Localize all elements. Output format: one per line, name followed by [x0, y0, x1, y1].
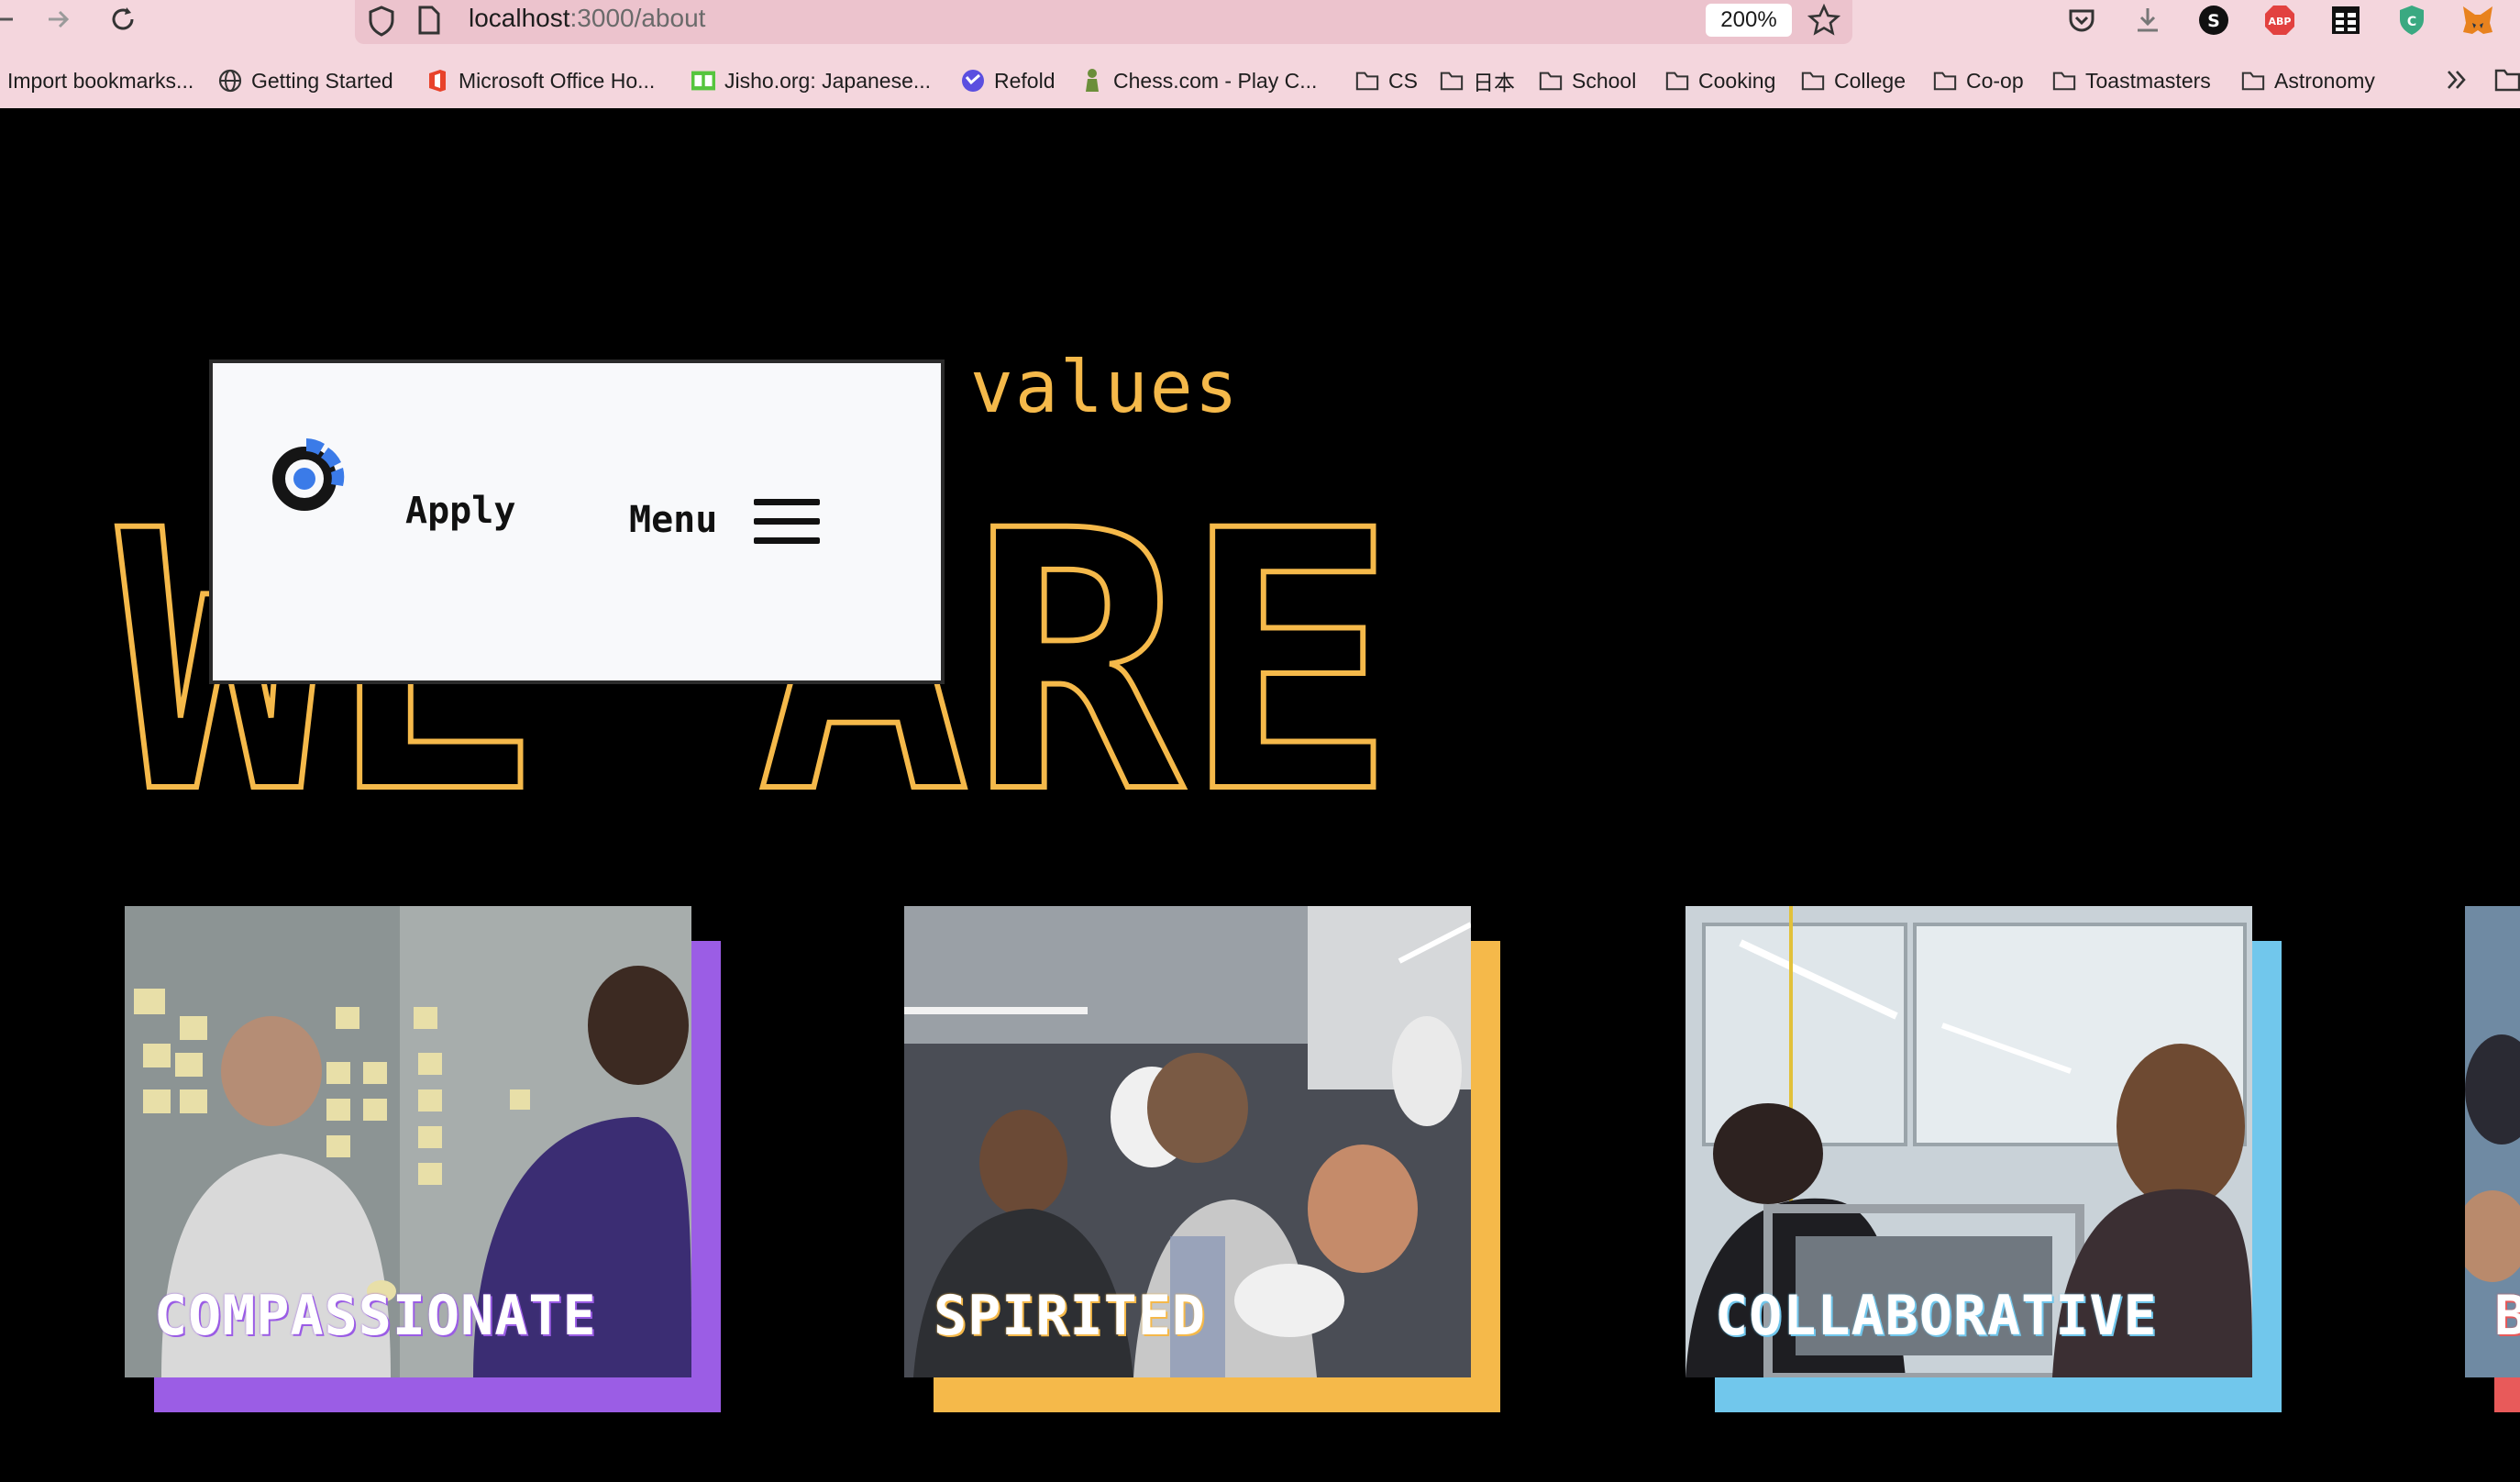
bookmark-label: School: [1572, 68, 1637, 93]
other-bookmarks-folder-icon[interactable]: [2494, 66, 2520, 96]
bookmark-label: Chess.com - Play C...: [1113, 68, 1318, 93]
shield-extension-icon[interactable]: C: [2395, 4, 2428, 37]
card-label: COLLABORATIVE: [1715, 1284, 2158, 1348]
back-button[interactable]: [0, 0, 13, 39]
bookmark-item[interactable]: Cooking: [1665, 64, 1775, 97]
card-label: SPIRITED: [934, 1284, 1206, 1348]
s-extension-icon[interactable]: S: [2197, 4, 2230, 37]
bookmark-item[interactable]: Microsoft Office Ho...: [426, 64, 655, 97]
adblock-plus-icon[interactable]: ABP: [2263, 4, 2296, 37]
jisho-icon: [691, 69, 715, 93]
value-card-spirited[interactable]: SPIRITED: [904, 906, 1500, 1412]
folder-icon: [1801, 69, 1825, 93]
reload-button[interactable]: [105, 0, 141, 39]
svg-text:C: C: [2407, 15, 2416, 29]
folder-icon: [1355, 69, 1379, 93]
address-bar[interactable]: localhost:3000/about 200%: [355, 0, 1852, 44]
bookmark-label: Import bookmarks...: [7, 68, 194, 93]
hamburger-menu-icon[interactable]: [754, 499, 820, 545]
svg-text:S: S: [2207, 11, 2220, 31]
bookmark-item[interactable]: School: [1539, 64, 1636, 97]
card-label: COMPASSIONATE: [154, 1284, 597, 1348]
bookmark-item[interactable]: Refold: [961, 64, 1055, 97]
bookmark-label: College: [1834, 68, 1906, 93]
bookmark-item[interactable]: Import bookmarks...: [7, 64, 193, 97]
download-icon[interactable]: [2131, 4, 2164, 37]
zoom-indicator[interactable]: 200%: [1706, 4, 1792, 37]
apply-link[interactable]: Apply: [405, 490, 515, 532]
folder-icon: [1665, 69, 1689, 93]
forward-arrow-icon: [49, 10, 70, 28]
bookmark-label: Getting Started: [251, 68, 393, 93]
card-label: B: [2494, 1284, 2520, 1348]
bookmark-label: Jisho.org: Japanese...: [724, 68, 932, 93]
bookmark-item[interactable]: CS: [1355, 64, 1418, 97]
more-bookmarks-chevron-icon[interactable]: [2443, 66, 2470, 98]
svg-text:ABP: ABP: [2269, 16, 2292, 28]
folder-icon: [1933, 69, 1957, 93]
bookmark-item[interactable]: Getting Started: [218, 64, 393, 97]
bookmark-star-icon[interactable]: [1807, 3, 1841, 41]
nav-popup: Apply Menu: [209, 359, 945, 684]
value-card-collaborative[interactable]: COLLABORATIVE: [1686, 906, 2282, 1412]
bookmark-item[interactable]: Jisho.org: Japanese...: [691, 64, 931, 97]
reload-icon: [112, 7, 134, 30]
bookmark-item[interactable]: Chess.com - Play C...: [1080, 64, 1317, 97]
bookmark-label: Microsoft Office Ho...: [459, 68, 656, 93]
folder-icon: [1539, 69, 1563, 93]
bookmark-label: Astronomy: [2274, 68, 2375, 93]
bookmark-label: Co-op: [1966, 68, 2024, 93]
browser-chrome: localhost:3000/about 200% S ABP C Import…: [0, 0, 2520, 108]
bookmark-label: CS: [1388, 68, 1418, 93]
bookmark-item[interactable]: College: [1801, 64, 1906, 97]
globe-icon: [218, 69, 242, 93]
folder-icon: [1440, 69, 1464, 93]
logo-icon[interactable]: [268, 437, 347, 520]
shield-icon[interactable]: [368, 6, 395, 41]
value-card-compassionate[interactable]: COMPASSIONATE: [125, 906, 721, 1412]
folder-icon: [2241, 69, 2265, 93]
chess-icon: [1080, 69, 1104, 93]
url-path: :3000/about: [569, 4, 706, 32]
bookmark-item[interactable]: Co-op: [1933, 64, 2024, 97]
metamask-icon[interactable]: [2461, 4, 2494, 37]
page-info-icon[interactable]: [417, 6, 441, 39]
office-icon: [426, 69, 449, 93]
bookmark-item[interactable]: Astronomy: [2241, 64, 2375, 97]
bookmark-label: Cooking: [1698, 68, 1776, 93]
folder-icon: [2052, 69, 2076, 93]
url-host: localhost: [469, 4, 570, 32]
refold-icon: [961, 69, 985, 93]
url-text[interactable]: localhost:3000/about: [469, 4, 705, 33]
table-extension-icon[interactable]: [2329, 4, 2362, 37]
about-page: r values WE ARE: [0, 108, 2520, 1482]
value-card-partial[interactable]: B: [2465, 906, 2520, 1412]
bookmark-item[interactable]: Toastmasters: [2052, 64, 2211, 97]
bookmark-label: 日本: [1473, 71, 1515, 94]
menu-label[interactable]: Menu: [629, 499, 717, 541]
bookmark-label: Toastmasters: [2085, 68, 2211, 93]
bookmark-item[interactable]: 日本: [1440, 64, 1515, 97]
bookmark-label: Refold: [994, 68, 1056, 93]
forward-button[interactable]: [40, 0, 77, 39]
pocket-icon[interactable]: [2065, 4, 2098, 37]
